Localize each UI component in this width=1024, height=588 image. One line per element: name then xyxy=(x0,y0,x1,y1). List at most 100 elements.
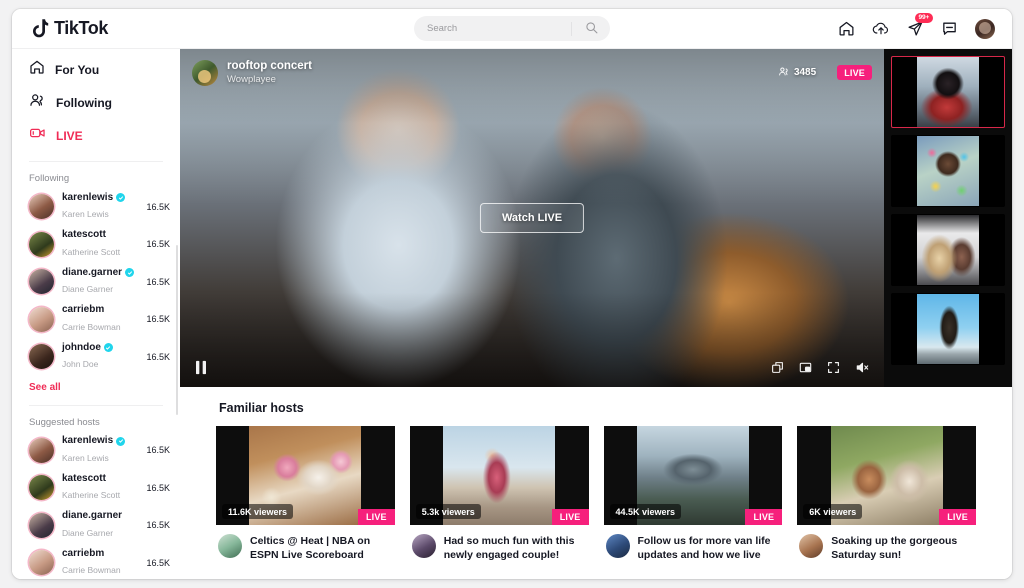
list-item[interactable]: diane.garner Diane Garner 16.5K xyxy=(12,507,180,545)
live-card[interactable]: 6K viewers LIVE Soaking up the gorgeous … xyxy=(797,426,976,563)
username: diane.garner xyxy=(62,510,122,523)
viewer-count-badge: 11.6K viewers xyxy=(222,504,293,519)
list-item[interactable]: katescott Katherine Scott 16.5K xyxy=(12,226,180,264)
rail-thumb-3[interactable] xyxy=(891,214,1005,286)
player-controls-right xyxy=(771,361,870,374)
live-badge: LIVE xyxy=(837,65,872,80)
avatar xyxy=(29,550,54,575)
volume-muted-icon[interactable] xyxy=(855,361,870,374)
avatar xyxy=(29,344,54,369)
stream-title: rooftop concert xyxy=(227,59,769,74)
fullscreen-icon[interactable] xyxy=(827,361,840,374)
card-thumbnail: 11.6K viewers LIVE xyxy=(216,426,395,525)
cast-icon[interactable] xyxy=(771,361,784,374)
verified-icon xyxy=(116,437,125,446)
username: katescott xyxy=(62,473,106,486)
search-icon xyxy=(585,21,598,37)
app-body: For You Following xyxy=(12,49,1012,579)
sidebar-scrollbar[interactable] xyxy=(176,245,179,415)
home-icon xyxy=(29,59,45,80)
app-header: TikTok xyxy=(12,9,1012,49)
watch-live-button[interactable]: Watch LIVE xyxy=(480,203,584,233)
follower-count: 16.5K xyxy=(146,202,170,212)
live-badge: LIVE xyxy=(358,509,395,525)
list-item[interactable]: karenlewis Karen Lewis 16.5K xyxy=(12,188,180,226)
list-item[interactable]: diane.garner Diane Garner 16.5K xyxy=(12,263,180,301)
people-icon xyxy=(29,92,46,113)
pause-icon[interactable] xyxy=(194,360,208,375)
list-item[interactable]: katescott Katherine Scott 16.5K xyxy=(12,469,180,507)
follower-count: 16.5K xyxy=(146,520,170,530)
realname: Karen Lewis xyxy=(62,453,109,463)
avatar[interactable] xyxy=(218,534,242,558)
host-avatar[interactable] xyxy=(192,60,218,86)
search-bar[interactable] xyxy=(414,16,610,41)
list-item[interactable]: johndoe John Doe 16.5K xyxy=(12,338,180,376)
search-input[interactable] xyxy=(414,23,571,34)
viewers-icon xyxy=(778,66,790,80)
rail-thumb-2[interactable] xyxy=(891,135,1005,207)
realname: Diane Garner xyxy=(62,528,113,538)
thumbnail-image xyxy=(917,215,979,285)
avatar[interactable] xyxy=(606,534,630,558)
viewer-count-value: 3485 xyxy=(794,67,816,78)
live-card[interactable]: 44.5K viewers LIVE Follow us for more va… xyxy=(604,426,783,563)
picture-in-picture-icon[interactable] xyxy=(799,361,812,374)
list-item[interactable]: carriebm Carrie Bowman 16.5K xyxy=(12,544,180,579)
card-footer: Soaking up the gorgeous Saturday sun! xyxy=(797,525,976,563)
home-icon[interactable] xyxy=(838,20,855,37)
inbox-badge: 99+ xyxy=(915,13,933,23)
profile-avatar[interactable] xyxy=(975,19,995,39)
live-badge: LIVE xyxy=(745,509,782,525)
verified-icon xyxy=(125,268,134,277)
avatar xyxy=(29,232,54,257)
avatar[interactable] xyxy=(412,534,436,558)
thumbnail-image xyxy=(917,136,979,206)
sidebar-item-label: For You xyxy=(55,63,99,77)
sidebar-item-label: Following xyxy=(56,96,112,110)
avatar xyxy=(29,475,54,500)
logo-text: TikTok xyxy=(54,18,108,39)
player-controls xyxy=(180,347,884,387)
app-window: TikTok xyxy=(12,9,1012,579)
card-description: Follow us for more van life updates and … xyxy=(638,534,781,563)
list-item[interactable]: karenlewis Karen Lewis 16.5K xyxy=(12,432,180,470)
avatar xyxy=(29,513,54,538)
avatar xyxy=(29,194,54,219)
sidebar-item-for-you[interactable]: For You xyxy=(12,53,180,86)
live-player-header: rooftop concert Wowplayee 3485 xyxy=(180,49,884,96)
follower-count: 16.5K xyxy=(146,558,170,568)
username: carriebm xyxy=(62,304,104,317)
message-icon[interactable] xyxy=(941,20,958,37)
viewer-count-badge: 5.3k viewers xyxy=(416,504,481,519)
avatar[interactable] xyxy=(799,534,823,558)
list-item[interactable]: carriebm Carrie Bowman 16.5K xyxy=(12,301,180,339)
main-content: rooftop concert Wowplayee 3485 xyxy=(180,49,1012,579)
live-stage: rooftop concert Wowplayee 3485 xyxy=(180,49,1012,387)
username: karenlewis xyxy=(62,192,113,205)
avatar xyxy=(29,307,54,332)
live-thumbnail-rail xyxy=(884,49,1012,387)
see-all-link[interactable]: See all xyxy=(12,376,180,393)
familiar-hosts-section: Familiar hosts 11.6K viewers LIVE Celtic… xyxy=(180,387,1012,563)
tiktok-logo[interactable]: TikTok xyxy=(29,18,179,40)
username: karenlewis xyxy=(62,435,113,448)
sidebar-item-label: LIVE xyxy=(56,129,83,143)
thumbnail-image xyxy=(917,294,979,364)
sidebar-item-live[interactable]: LIVE xyxy=(12,119,180,152)
inbox-icon[interactable]: 99+ xyxy=(907,20,924,37)
familiar-hosts-cards: 11.6K viewers LIVE Celtics @ Heat | NBA … xyxy=(180,426,1012,563)
follower-count: 16.5K xyxy=(146,314,170,324)
viewer-count-badge: 6K viewers xyxy=(803,504,862,519)
sidebar-item-following[interactable]: Following xyxy=(12,86,180,119)
rail-thumb-4[interactable] xyxy=(891,293,1005,365)
realname: Diane Garner xyxy=(62,284,113,294)
live-card[interactable]: 5.3k viewers LIVE Had so much fun with t… xyxy=(410,426,589,563)
search-button[interactable] xyxy=(572,16,610,41)
upload-icon[interactable] xyxy=(872,20,890,37)
sidebar: For You Following xyxy=(12,49,180,579)
live-player[interactable]: rooftop concert Wowplayee 3485 xyxy=(180,49,884,387)
rail-thumb-1[interactable] xyxy=(891,56,1005,128)
card-description: Had so much fun with this newly engaged … xyxy=(444,534,587,563)
live-card[interactable]: 11.6K viewers LIVE Celtics @ Heat | NBA … xyxy=(216,426,395,563)
